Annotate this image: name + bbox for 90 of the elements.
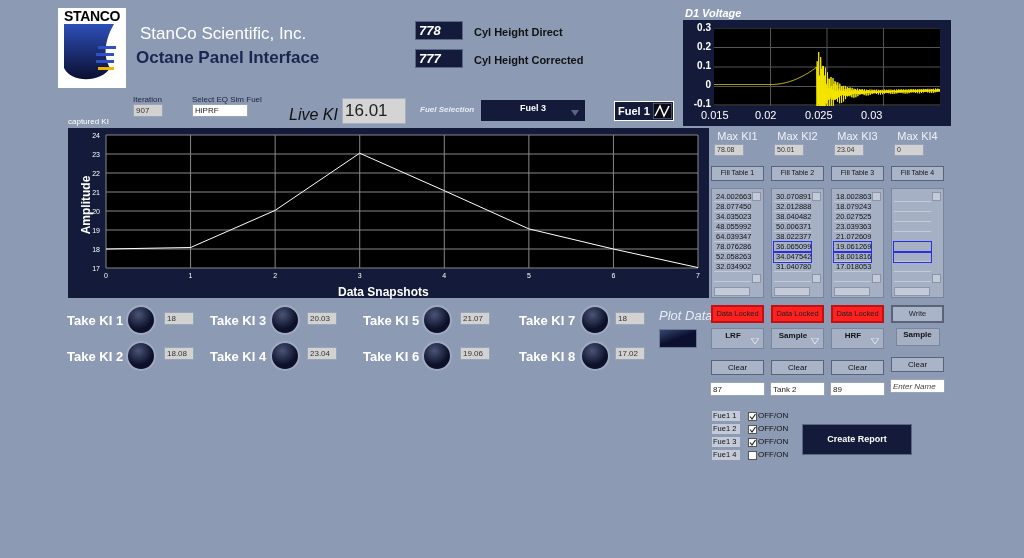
name-field[interactable]: 89: [830, 382, 885, 396]
checkbox[interactable]: [748, 437, 757, 447]
value-field: 23.04: [307, 347, 337, 360]
value-field: 19.06: [460, 347, 490, 360]
max-ki-label: Max KI4: [897, 130, 938, 142]
tick-label: 0.03: [861, 109, 883, 121]
take-ki-label: Take KI 4: [210, 348, 267, 366]
name-field[interactable]: 87: [710, 382, 765, 396]
tick-label: 0.1: [696, 61, 711, 71]
tick-label: 0.025: [805, 109, 833, 121]
readout-label: Cyl Height Direct: [474, 25, 563, 40]
round-button[interactable]: [422, 305, 452, 335]
name-field[interactable]: Enter Name: [890, 379, 945, 393]
readout-field: 778: [415, 21, 463, 40]
take-ki-label: Take KI 5: [363, 312, 420, 330]
value-field: 18: [615, 312, 645, 325]
value-field: 20.03: [307, 312, 337, 325]
axis-title: Data Snapshots: [338, 284, 429, 301]
take-ki-label: Take KI 8: [519, 348, 576, 366]
round-button[interactable]: [126, 341, 156, 371]
fuel-dropdown[interactable]: Fuel 3: [481, 100, 585, 121]
clear-button[interactable]: Clear: [771, 360, 824, 375]
clear-button[interactable]: Clear: [831, 360, 884, 375]
live-ki-field: 16.01: [342, 98, 406, 124]
horizontal-scrollbar[interactable]: [894, 287, 930, 296]
readout-field: 777: [415, 49, 463, 68]
fuel-type-dropdown[interactable]: Sample: [771, 328, 824, 349]
readout-label: Cyl Height Corrected: [474, 53, 584, 68]
horizontal-scrollbar[interactable]: [774, 287, 810, 296]
horizontal-scrollbar[interactable]: [834, 287, 870, 296]
fuel-type-dropdown[interactable]: LRF: [711, 328, 764, 349]
live-ki-label: Live KI: [289, 105, 338, 125]
tick-label: -0.1: [692, 99, 711, 109]
max-ki-label: Max KI2: [777, 130, 818, 142]
app-title: Octane Panel Interface: [136, 47, 320, 69]
round-button[interactable]: [580, 305, 610, 335]
iteration-field: 907: [133, 104, 163, 117]
fuel-field[interactable]: HiPRF: [192, 104, 248, 117]
value-field: 17.02: [615, 347, 645, 360]
checkbox-label: OFF/ON: [758, 423, 789, 435]
checkbox[interactable]: [748, 424, 757, 434]
horizontal-scrollbar[interactable]: [714, 287, 750, 296]
plot-data-button[interactable]: [659, 329, 697, 348]
round-button[interactable]: [580, 341, 610, 371]
fuel-type-dropdown[interactable]: HRF: [831, 328, 884, 349]
take-ki-label: Take KI 7: [519, 312, 576, 330]
tick-label: 0: [704, 80, 711, 90]
clear-button[interactable]: Clear: [891, 357, 944, 372]
caret-icon: [871, 338, 879, 344]
round-button[interactable]: [422, 341, 452, 371]
value-field: 21.07: [460, 312, 490, 325]
checkbox-label: OFF/ON: [758, 410, 789, 422]
tick-label: 0.2: [696, 42, 711, 52]
logo-text: STANCO: [64, 8, 120, 24]
checkbox-label: OFF/ON: [758, 449, 789, 461]
tick-label: 0.015: [701, 109, 729, 121]
dropdown-value: HRF: [843, 330, 863, 342]
round-button[interactable]: [126, 305, 156, 335]
caret-icon: [811, 338, 819, 344]
caret-icon: [571, 110, 579, 116]
chart-title: D1 Voltage: [685, 6, 742, 21]
waveform-icon: [653, 103, 672, 119]
max-ki-label: Max KI3: [837, 130, 878, 142]
field-label: Select EQ Sim Fuel: [192, 94, 262, 106]
caret-icon: [751, 338, 759, 344]
take-ki-label: Take KI 2: [67, 348, 124, 366]
fuel-type-field: Sample: [895, 328, 940, 346]
name-field[interactable]: Tank 2: [770, 382, 825, 396]
checkbox[interactable]: [748, 450, 757, 460]
round-button[interactable]: [270, 305, 300, 335]
dropdown-value: LRF: [724, 330, 742, 342]
create-report-button[interactable]: Create Report: [802, 424, 912, 455]
dropdown-value: Sample: [777, 330, 809, 342]
field-label: Iteration: [133, 94, 162, 106]
checkbox[interactable]: [748, 411, 757, 421]
value-field: 18.08: [164, 347, 194, 360]
chart-label: captured KI: [68, 117, 109, 127]
take-ki-label: Take KI 1: [67, 312, 124, 330]
tick-label: 0.3: [696, 23, 711, 33]
max-ki-label: Max KI1: [717, 130, 758, 142]
clear-button[interactable]: Clear: [711, 360, 764, 375]
take-ki-label: Take KI 3: [210, 312, 267, 330]
tick-label: 0.02: [755, 109, 777, 121]
round-button[interactable]: [270, 341, 300, 371]
checkbox-label: OFF/ON: [758, 436, 789, 448]
fuel-selection-label: Fuel Selection: [420, 104, 475, 116]
take-ki-label: Take KI 6: [363, 348, 420, 366]
value-field: 18: [164, 312, 194, 325]
company-name: StanCo Scientific, Inc.: [140, 23, 307, 45]
plot-data-label: Plot Data: [659, 307, 713, 325]
